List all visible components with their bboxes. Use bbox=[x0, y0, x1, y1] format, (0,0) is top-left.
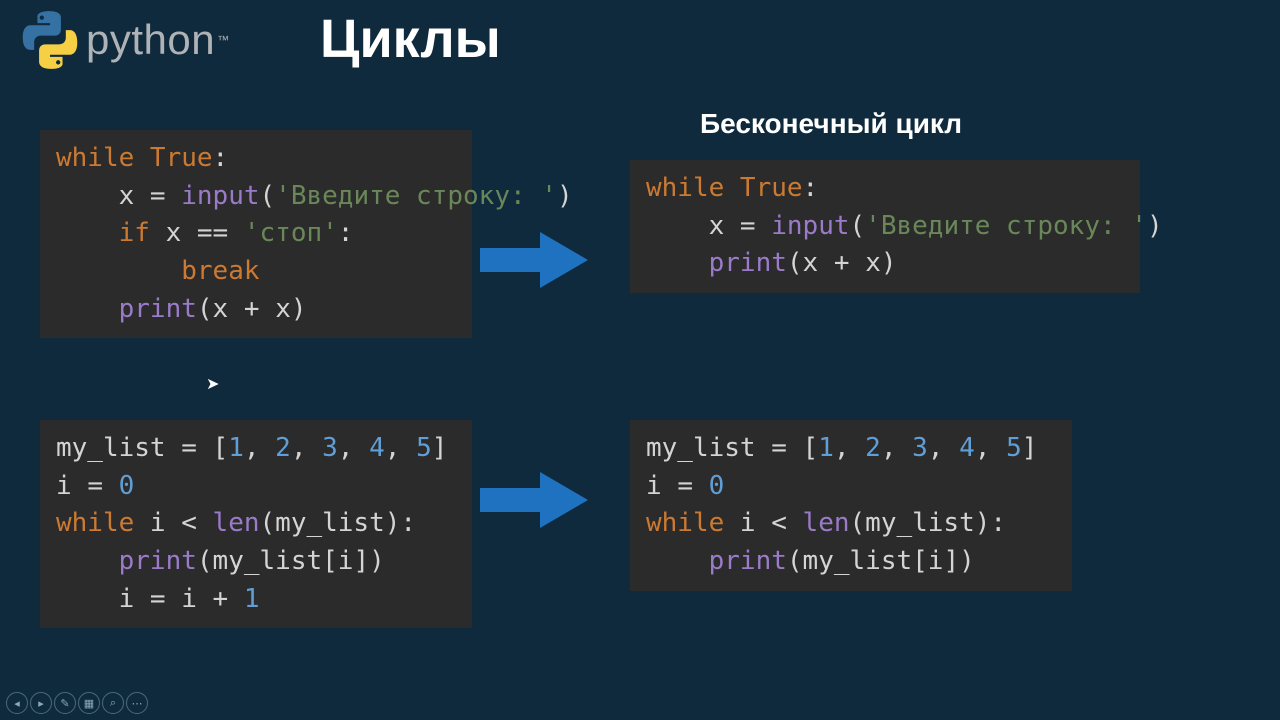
code-box-top-right: while True: x = input('Введите строку: '… bbox=[630, 160, 1140, 293]
slide-subtitle: Бесконечный цикл bbox=[700, 108, 962, 140]
prev-slide-button[interactable]: ◂ bbox=[6, 692, 28, 714]
mouse-cursor-icon: ➤ bbox=[206, 374, 219, 394]
header: python ™ bbox=[20, 10, 229, 70]
zoom-button[interactable]: ⌕ bbox=[102, 692, 124, 714]
next-slide-button[interactable]: ▸ bbox=[30, 692, 52, 714]
code-box-top-left: while True: x = input('Введите строку: '… bbox=[40, 130, 472, 338]
arrow-right-icon bbox=[480, 470, 590, 530]
presenter-toolbar: ◂ ▸ ✎ ▦ ⌕ ⋯ bbox=[6, 692, 148, 714]
slide: python ™ Циклы Бесконечный цикл while Tr… bbox=[0, 0, 1280, 720]
slides-grid-button[interactable]: ▦ bbox=[78, 692, 100, 714]
pen-button[interactable]: ✎ bbox=[54, 692, 76, 714]
code-box-bottom-left: my_list = [1, 2, 3, 4, 5] i = 0 while i … bbox=[40, 420, 472, 628]
code-box-bottom-right: my_list = [1, 2, 3, 4, 5] i = 0 while i … bbox=[630, 420, 1072, 591]
trademark: ™ bbox=[217, 33, 229, 47]
python-logo-icon bbox=[20, 10, 80, 70]
arrow-right-icon bbox=[480, 230, 590, 290]
more-options-button[interactable]: ⋯ bbox=[126, 692, 148, 714]
slide-title: Циклы bbox=[320, 8, 501, 70]
python-wordmark: python bbox=[86, 16, 215, 64]
